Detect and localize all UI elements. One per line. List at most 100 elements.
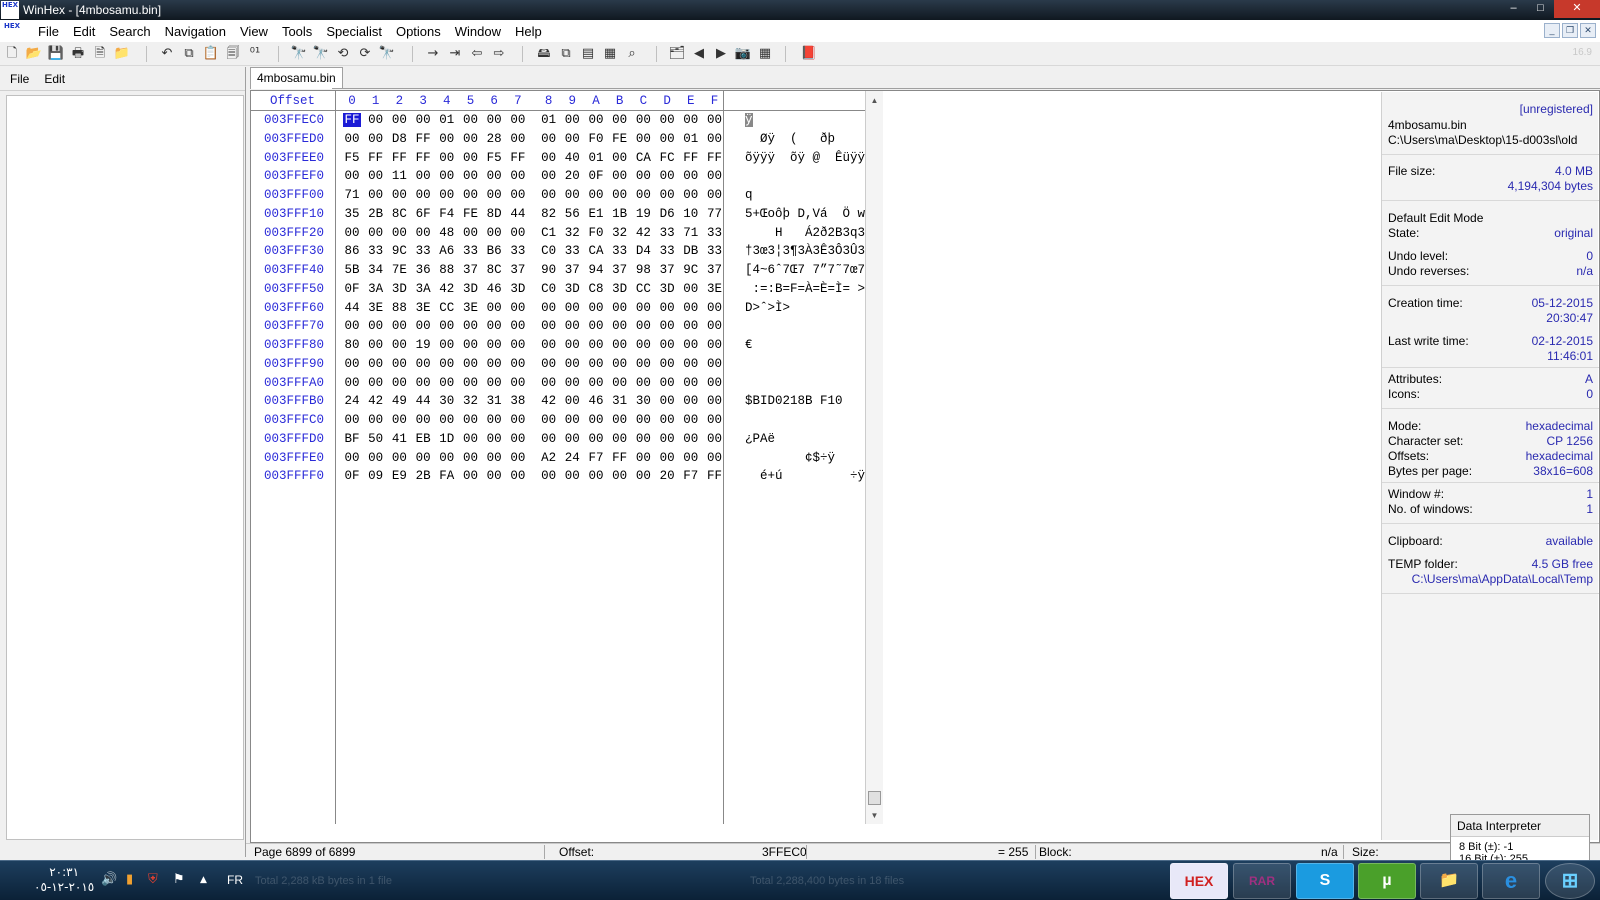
menu-window[interactable]: Window [448,24,508,39]
hex-byte[interactable]: 80 [343,338,361,352]
hex-byte[interactable]: 00 [462,188,480,202]
hex-byte[interactable]: 00 [509,113,527,127]
ascii-text[interactable]: D>ˆ>Ì> [745,301,790,315]
hex-byte[interactable]: 00 [563,113,581,127]
hex-byte[interactable]: 00 [367,413,385,427]
hex-byte[interactable]: 00 [462,469,480,483]
row-offset[interactable]: 003FFF20 [264,226,324,240]
hex-byte[interactable]: 3A [367,282,385,296]
hex-byte[interactable]: 00 [414,413,432,427]
hex-byte[interactable]: 9C [390,244,408,258]
row-offset[interactable]: 003FFFB0 [264,394,324,408]
hex-byte[interactable]: 33 [706,244,724,258]
hex-byte[interactable]: 00 [438,413,456,427]
hex-byte[interactable]: 00 [509,376,527,390]
ascii-text[interactable]: †3œ3¦3¶3À3Ê3Ô3Û3 [745,244,865,258]
winrar-icon[interactable]: RAR [1233,863,1291,899]
paste-icon[interactable]: 📋 [202,45,220,63]
hex-byte[interactable]: 00 [634,432,652,446]
hex-byte[interactable]: 01 [587,151,605,165]
hex-byte[interactable]: 7E [390,263,408,277]
hex-byte[interactable]: 00 [706,169,724,183]
hex-byte[interactable]: 00 [658,394,676,408]
hex-byte[interactable]: 00 [706,319,724,333]
hex-byte[interactable]: 00 [587,357,605,371]
hex-byte[interactable]: 00 [611,338,629,352]
hex-byte[interactable]: 00 [462,413,480,427]
hex-byte[interactable]: 00 [438,151,456,165]
hex-byte[interactable]: 32 [563,226,581,240]
start-orb-icon[interactable]: ⊞ [1545,863,1595,899]
hex-byte[interactable]: 00 [611,169,629,183]
hex-byte[interactable]: 00 [343,319,361,333]
hex-byte[interactable]: 00 [563,338,581,352]
hex-byte[interactable]: 00 [485,413,503,427]
hex-byte[interactable]: CA [634,151,652,165]
hex-byte[interactable]: 35 [343,207,361,221]
hex-byte[interactable]: 00 [563,413,581,427]
hex-byte[interactable]: 00 [343,226,361,240]
hex-byte[interactable]: 33 [462,244,480,258]
hex-byte[interactable]: 33 [611,244,629,258]
hex-byte[interactable]: 00 [634,113,652,127]
row-offset[interactable]: 003FFF10 [264,207,324,221]
hex-byte[interactable]: FF [414,132,432,146]
hex-byte[interactable]: 00 [611,113,629,127]
hex-byte[interactable]: 31 [611,394,629,408]
ascii-text[interactable]: :=:B=F=À=È=Ì= > [745,282,866,296]
hex-byte[interactable]: 00 [706,113,724,127]
hex-byte[interactable]: 00 [587,319,605,333]
hex-byte[interactable]: 00 [343,413,361,427]
winhex-icon[interactable]: HEX [1170,863,1228,899]
hex-byte[interactable]: 19 [634,207,652,221]
hex-byte[interactable]: 00 [634,376,652,390]
hex-byte[interactable]: 01 [540,113,558,127]
close-button[interactable]: ✕ [1554,0,1600,18]
clipboard-value[interactable]: available [1546,534,1593,549]
hex-byte[interactable]: 00 [438,376,456,390]
hex-byte[interactable]: F5 [485,151,503,165]
hex-byte[interactable]: 00 [682,376,700,390]
hex-byte[interactable]: 00 [414,226,432,240]
hex-byte[interactable]: 00 [367,376,385,390]
hex-byte[interactable]: 00 [414,357,432,371]
hex-byte[interactable]: 00 [367,132,385,146]
hex-byte[interactable]: FF [414,151,432,165]
menu-search[interactable]: Search [102,24,157,39]
row-offset[interactable]: 003FFFC0 [264,413,324,427]
hex-byte[interactable]: 40 [563,151,581,165]
goto-page-icon[interactable]: ⇥ [446,45,464,63]
hex-byte[interactable]: 00 [587,413,605,427]
hex-byte[interactable]: 00 [706,188,724,202]
hex-byte[interactable]: 90 [540,263,558,277]
hex-byte[interactable]: 00 [682,451,700,465]
hex-byte[interactable]: 00 [367,113,385,127]
ascii-text[interactable]: q [745,188,753,202]
hex-byte[interactable]: 01 [438,113,456,127]
hex-byte[interactable]: 09 [367,469,385,483]
camera-icon[interactable]: 📷 [734,45,752,63]
hex-byte[interactable]: 48 [438,226,456,240]
row-offset[interactable]: 003FFFF0 [264,469,324,483]
back-icon[interactable]: ⇦ [468,45,486,63]
hex-byte[interactable]: 00 [438,132,456,146]
replace-hex-icon[interactable]: ⟳ [356,45,374,63]
hex-byte[interactable]: 00 [587,469,605,483]
hex-byte[interactable]: 00 [485,451,503,465]
volume-icon[interactable]: 🔊 [101,872,117,887]
hex-byte[interactable]: 00 [462,451,480,465]
hex-byte[interactable]: 00 [509,413,527,427]
hex-byte[interactable]: 00 [682,432,700,446]
hex-byte[interactable]: 00 [540,132,558,146]
hex-byte[interactable]: 31 [485,394,503,408]
hex-byte[interactable]: 00 [587,113,605,127]
show-hidden-icons-icon[interactable]: ▲ [200,875,207,885]
hex-byte[interactable]: F4 [438,207,456,221]
hex-byte[interactable]: 00 [658,319,676,333]
hex-byte[interactable]: 00 [611,432,629,446]
hex-byte[interactable]: 00 [587,188,605,202]
ascii-text[interactable]: ÿ [745,113,753,127]
hex-byte[interactable]: 00 [509,132,527,146]
hex-byte[interactable]: 37 [706,263,724,277]
row-offset[interactable]: 003FFEE0 [264,151,324,165]
